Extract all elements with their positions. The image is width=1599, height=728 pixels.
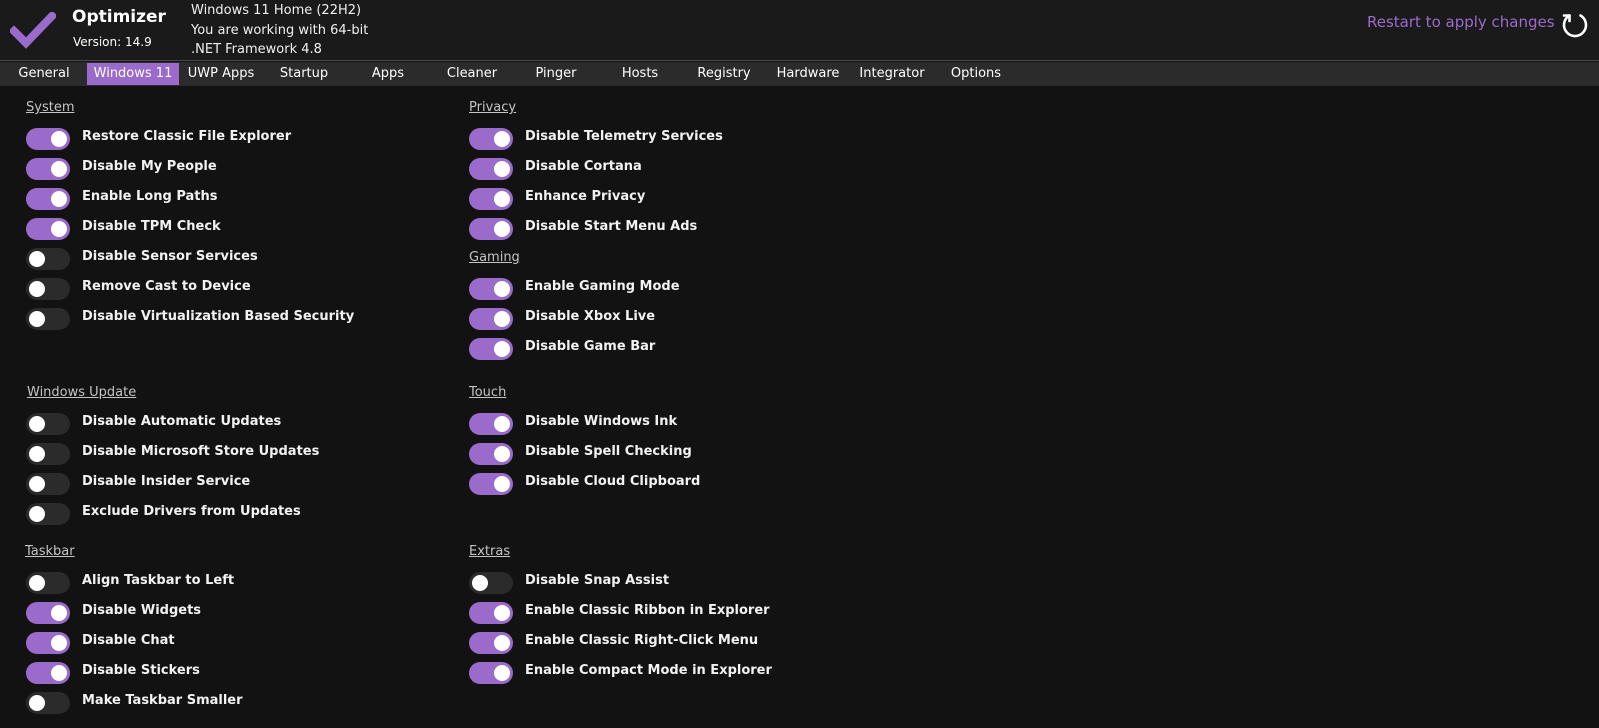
toggle-switch[interactable] [26,308,70,330]
toggle-switch[interactable] [469,572,513,594]
option-label: Remove Cast to Device [82,279,251,294]
option-label: Disable Windows Ink [525,414,678,429]
option-label: Enable Compact Mode in Explorer [525,663,772,678]
toggle-switch[interactable] [26,218,70,240]
arch-info: You are working with 64-bit [191,22,369,38]
option-label: Disable Xbox Live [525,309,656,324]
toggle-switch[interactable] [469,158,513,180]
option-label: Enable Classic Ribbon in Explorer [525,603,770,618]
toggle-switch[interactable] [469,338,513,360]
toggle-switch[interactable] [26,662,70,684]
toggle-switch[interactable] [26,278,70,300]
toggle-switch[interactable] [26,632,70,654]
framework-info: .NET Framework 4.8 [191,42,322,57]
toggle-switch[interactable] [469,308,513,330]
toggle-switch[interactable] [469,602,513,624]
toggle-switch[interactable] [469,218,513,240]
tab-hosts[interactable]: Hosts [600,63,680,85]
option-label: Enable Gaming Mode [525,279,680,294]
os-info: Windows 11 Home (22H2) [191,3,362,18]
option-label: Make Taskbar Smaller [82,693,243,708]
toggle-switch[interactable] [26,188,70,210]
option-label: Disable Cloud Clipboard [525,474,701,489]
section-title-extras: Extras [469,544,511,559]
toggle-switch[interactable] [26,602,70,624]
toggle-switch[interactable] [26,503,70,525]
tab-windows-11[interactable]: Windows 11 [87,63,179,85]
section-title-windows-update: Windows Update [27,385,137,400]
section-title-gaming: Gaming [469,250,520,265]
restart-link[interactable]: Restart to apply changes [1367,13,1555,31]
option-label: Disable Start Menu Ads [525,219,698,234]
tab-options[interactable]: Options [936,63,1016,85]
option-label: Disable Sensor Services [82,249,258,264]
option-label: Disable Spell Checking [525,444,692,459]
toggle-switch[interactable] [469,278,513,300]
toggle-switch[interactable] [26,473,70,495]
option-label: Disable Virtualization Based Security [82,309,355,324]
option-label: Disable Widgets [82,603,202,618]
option-label: Disable Microsoft Store Updates [82,444,320,459]
tab-apps[interactable]: Apps [348,63,428,85]
section-title-touch: Touch [469,385,507,400]
toggle-switch[interactable] [469,473,513,495]
toggle-switch[interactable] [26,413,70,435]
restart-icon[interactable] [1560,9,1590,39]
app-version: Version: 14.9 [73,35,152,49]
system-info: Windows 11 Home (22H2) You are working w… [191,1,368,60]
toggle-switch[interactable] [469,413,513,435]
option-label: Enable Classic Right-Click Menu [525,633,759,648]
option-label: Disable Insider Service [82,474,251,489]
toggle-switch[interactable] [26,128,70,150]
tab-cleaner[interactable]: Cleaner [432,63,512,85]
option-label: Disable Snap Assist [525,573,670,588]
option-label: Disable Automatic Updates [82,414,282,429]
check-icon [10,12,56,49]
toggle-switch[interactable] [26,158,70,180]
option-label: Enhance Privacy [525,189,646,204]
section-title-taskbar: Taskbar [25,544,75,559]
tab-startup[interactable]: Startup [264,63,344,85]
toggle-switch[interactable] [26,572,70,594]
tab-pinger[interactable]: Pinger [516,63,596,85]
section-title-system: System [26,100,75,115]
toggle-switch[interactable] [469,188,513,210]
toggle-switch[interactable] [26,248,70,270]
toggle-switch[interactable] [469,128,513,150]
tab-registry[interactable]: Registry [684,63,764,85]
option-label: Disable Chat [82,633,175,648]
toggle-switch[interactable] [26,443,70,465]
header: Optimizer Version: 14.9 Windows 11 Home … [0,0,1599,61]
toggle-switch[interactable] [26,692,70,714]
option-label: Exclude Drivers from Updates [82,504,301,519]
option-label: Align Taskbar to Left [82,573,235,588]
option-label: Restore Classic File Explorer [82,129,292,144]
section-title-privacy: Privacy [469,100,517,115]
tab-bar: General Windows 11 UWP Apps Startup Apps… [0,62,1599,86]
toggle-switch[interactable] [469,443,513,465]
toggle-switch[interactable] [469,632,513,654]
option-label: Disable My People [82,159,217,174]
tab-uwp-apps[interactable]: UWP Apps [180,63,262,85]
option-label: Disable Stickers [82,663,200,678]
app-title: Optimizer [72,7,166,27]
app-window: Optimizer Version: 14.9 Windows 11 Home … [0,0,1599,728]
tab-hardware[interactable]: Hardware [768,63,848,85]
option-label: Disable Game Bar [525,339,656,354]
tab-general[interactable]: General [5,63,83,85]
option-label: Disable TPM Check [82,219,221,234]
tab-integrator[interactable]: Integrator [852,63,932,85]
toggle-switch[interactable] [469,662,513,684]
option-label: Enable Long Paths [82,189,218,204]
option-label: Disable Cortana [525,159,642,174]
option-label: Disable Telemetry Services [525,129,723,144]
